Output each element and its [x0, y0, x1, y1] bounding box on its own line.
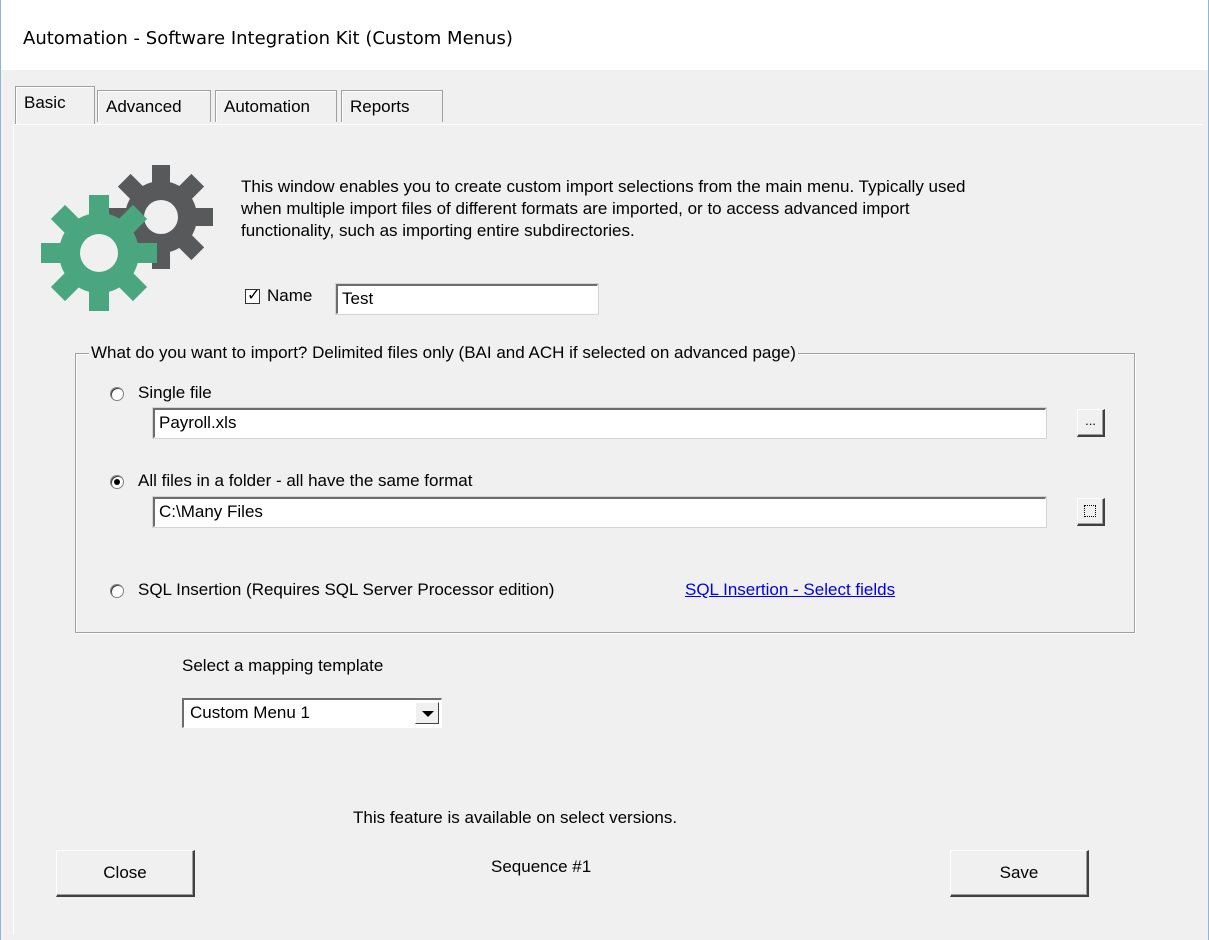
tab-reports[interactable]: Reports	[341, 90, 443, 122]
save-button[interactable]: Save	[950, 850, 1089, 897]
radio-sql-insertion[interactable]	[110, 584, 124, 598]
tab-automation-label: Automation	[224, 97, 310, 116]
name-input[interactable]: Test	[336, 284, 598, 314]
chevron-down-icon	[422, 711, 434, 717]
intro-description: This window enables you to create custom…	[241, 176, 1121, 242]
intro-line-1: This window enables you to create custom…	[241, 177, 966, 196]
mapping-template-select[interactable]: Custom Menu 1	[182, 698, 442, 728]
gears-icon	[41, 155, 216, 315]
sql-select-fields-link[interactable]: SQL Insertion - Select fields	[685, 580, 895, 600]
mapping-label: Select a mapping template	[182, 656, 384, 675]
radio-single-file[interactable]	[110, 387, 124, 401]
mapping-selected-value: Custom Menu 1	[190, 703, 310, 722]
tab-automation[interactable]: Automation	[215, 90, 337, 122]
intro-line-2: when multiple import files of different …	[241, 199, 910, 218]
folder-browse-icon	[1084, 505, 1096, 517]
tab-advanced-label: Advanced	[106, 97, 182, 116]
browse-file-button[interactable]: ...	[1077, 409, 1105, 437]
checkmark-icon: ✓	[247, 287, 261, 304]
title-bar: Automation - Software Integration Kit (C…	[1, 0, 1208, 70]
window-title: Automation - Software Integration Kit (C…	[23, 28, 513, 49]
dialog-window: Automation - Software Integration Kit (C…	[0, 0, 1209, 940]
single-file-label: Single file	[138, 383, 212, 402]
folder-label: All files in a folder - all have the sam…	[138, 471, 473, 490]
sequence-label: Sequence #1	[491, 857, 592, 876]
intro-line-3: functionality, such as importing entire …	[241, 221, 635, 240]
tab-reports-label: Reports	[350, 97, 410, 116]
tab-basic[interactable]: Basic	[15, 86, 95, 124]
sql-insertion-label: SQL Insertion (Requires SQL Server Proce…	[138, 580, 555, 599]
name-checkbox[interactable]: ✓	[245, 287, 261, 304]
feature-notice: This feature is available on select vers…	[353, 808, 678, 827]
close-button[interactable]: Close	[56, 850, 195, 897]
import-group-title: What do you want to import? Delimited fi…	[89, 343, 798, 363]
dropdown-arrow-button[interactable]	[415, 702, 439, 724]
tab-advanced[interactable]: Advanced	[97, 90, 211, 122]
single-file-input[interactable]: Payroll.xls	[153, 408, 1046, 438]
folder-input[interactable]: C:\Many Files	[153, 497, 1046, 527]
browse-folder-button[interactable]	[1077, 498, 1105, 526]
tab-basic-label: Basic	[24, 93, 66, 112]
radio-folder[interactable]	[110, 475, 124, 489]
radio-selected-dot	[114, 479, 120, 485]
name-label: Name	[267, 286, 313, 305]
